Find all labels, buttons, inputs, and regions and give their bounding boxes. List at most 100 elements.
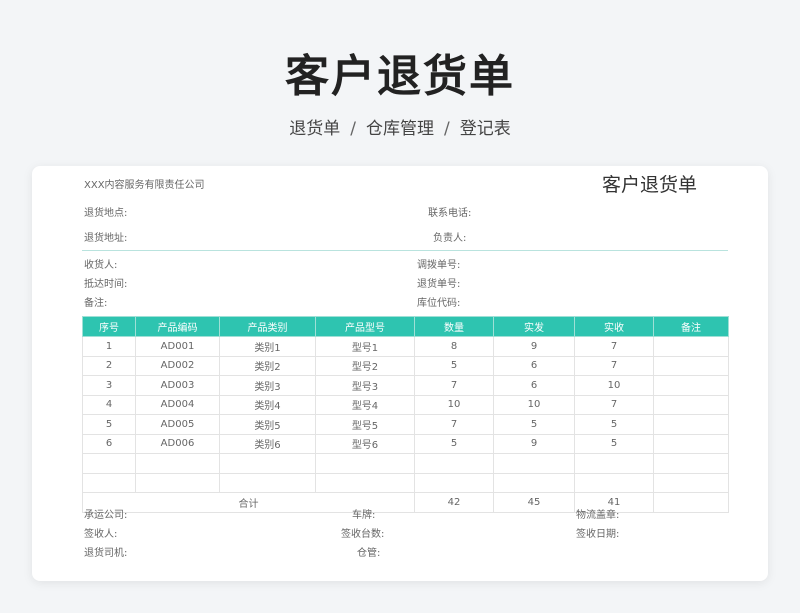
- cell-shipped[interactable]: 10: [493, 394, 575, 415]
- cell-shipped[interactable]: 9: [493, 336, 575, 357]
- remark-label: 备注:: [84, 298, 108, 309]
- cell-remark[interactable]: [653, 375, 729, 396]
- table-row-empty: [82, 472, 729, 493]
- cell-received[interactable]: 5: [574, 433, 654, 454]
- cell-qty[interactable]: 7: [414, 414, 494, 435]
- cell-received[interactable]: [574, 453, 654, 474]
- transfer-no-label: 调拨单号:: [417, 260, 461, 271]
- contact-phone-label: 联系电话:: [428, 208, 472, 219]
- cell-category[interactable]: [219, 472, 316, 493]
- table-row: 5 AD005 类别5 型号5 7 5 5: [82, 414, 729, 435]
- table-row-empty: [82, 453, 729, 474]
- table-row: 1 AD001 类别1 型号1 8 9 7: [82, 336, 729, 357]
- table-row: 4 AD004 类别4 型号4 10 10 7: [82, 394, 729, 415]
- return-form-card: XXX内容服务有限责任公司 客户退货单 退货地点: 联系电话: 退货地址: 负责…: [32, 166, 768, 581]
- cell-qty[interactable]: 5: [414, 433, 494, 454]
- receiver-label: 收货人:: [84, 260, 118, 271]
- cell-model[interactable]: [315, 453, 415, 474]
- cell-model[interactable]: 型号4: [315, 394, 415, 415]
- cell-shipped[interactable]: 9: [493, 433, 575, 454]
- cell-model[interactable]: 型号2: [315, 355, 415, 376]
- cell-remark[interactable]: [653, 336, 729, 357]
- divider: [82, 250, 728, 251]
- cell-index[interactable]: 4: [82, 394, 136, 415]
- carrier-label: 承运公司:: [84, 510, 128, 521]
- cell-shipped[interactable]: [493, 472, 575, 493]
- cell-index[interactable]: 1: [82, 336, 136, 357]
- total-shipped[interactable]: 45: [493, 492, 575, 513]
- cell-category[interactable]: 类别2: [219, 355, 316, 376]
- cell-qty[interactable]: 7: [414, 375, 494, 396]
- cell-code[interactable]: AD005: [135, 414, 220, 435]
- cell-code[interactable]: AD006: [135, 433, 220, 454]
- cell-index[interactable]: [82, 453, 136, 474]
- cell-qty[interactable]: 8: [414, 336, 494, 357]
- cell-code[interactable]: AD003: [135, 375, 220, 396]
- cell-qty[interactable]: 10: [414, 394, 494, 415]
- col-header-model: 产品型号: [315, 316, 415, 337]
- cell-model[interactable]: 型号6: [315, 433, 415, 454]
- cell-category[interactable]: 类别4: [219, 394, 316, 415]
- cell-model[interactable]: 型号1: [315, 336, 415, 357]
- table-row: 6 AD006 类别6 型号6 5 9 5: [82, 433, 729, 454]
- cell-remark[interactable]: [653, 472, 729, 493]
- cell-code[interactable]: [135, 453, 220, 474]
- cell-code[interactable]: AD002: [135, 355, 220, 376]
- breadcrumb-item-register[interactable]: 登记表: [460, 119, 511, 139]
- cell-category[interactable]: 类别1: [219, 336, 316, 357]
- total-remark[interactable]: [653, 492, 729, 513]
- cell-received[interactable]: 5: [574, 414, 654, 435]
- cell-index[interactable]: 6: [82, 433, 136, 454]
- table-row: 3 AD003 类别3 型号3 7 6 10: [82, 375, 729, 396]
- cell-remark[interactable]: [653, 355, 729, 376]
- cell-index[interactable]: 5: [82, 414, 136, 435]
- cell-code[interactable]: AD001: [135, 336, 220, 357]
- cell-remark[interactable]: [653, 394, 729, 415]
- arrival-time-label: 抵达时间:: [84, 279, 128, 290]
- cell-category[interactable]: 类别5: [219, 414, 316, 435]
- return-address-label: 退货地址:: [84, 233, 128, 244]
- cell-remark[interactable]: [653, 453, 729, 474]
- cell-shipped[interactable]: 5: [493, 414, 575, 435]
- logistics-seal-label: 物流盖章:: [576, 510, 620, 521]
- cell-model[interactable]: 型号3: [315, 375, 415, 396]
- return-place-label: 退货地点:: [84, 208, 128, 219]
- cell-category[interactable]: 类别3: [219, 375, 316, 396]
- total-qty[interactable]: 42: [414, 492, 494, 513]
- cell-received[interactable]: 7: [574, 336, 654, 357]
- col-header-index: 序号: [82, 316, 136, 337]
- cell-category[interactable]: [219, 453, 316, 474]
- warehouse-keeper-label: 仓管:: [357, 548, 381, 559]
- cell-remark[interactable]: [653, 433, 729, 454]
- cell-qty[interactable]: [414, 472, 494, 493]
- cell-remark[interactable]: [653, 414, 729, 435]
- table-total-row: 合计 42 45 41: [82, 492, 729, 513]
- cell-shipped[interactable]: [493, 453, 575, 474]
- cell-model[interactable]: 型号5: [315, 414, 415, 435]
- cell-code[interactable]: [135, 472, 220, 493]
- cell-index[interactable]: 3: [82, 375, 136, 396]
- document-title: 客户退货单: [602, 174, 698, 196]
- cell-shipped[interactable]: 6: [493, 355, 575, 376]
- cell-received[interactable]: 7: [574, 355, 654, 376]
- location-code-label: 库位代码:: [417, 298, 461, 309]
- breadcrumb: 退货单 / 仓库管理 / 登记表: [0, 114, 800, 139]
- table-header-row: 序号 产品编码 产品类别 产品型号 数量 实发 实收 备注: [82, 316, 729, 337]
- cell-index[interactable]: [82, 472, 136, 493]
- cell-code[interactable]: AD004: [135, 394, 220, 415]
- cell-model[interactable]: [315, 472, 415, 493]
- breadcrumb-item-return[interactable]: 退货单: [289, 119, 340, 139]
- col-header-remark: 备注: [653, 316, 729, 337]
- cell-qty[interactable]: [414, 453, 494, 474]
- cell-category[interactable]: 类别6: [219, 433, 316, 454]
- cell-index[interactable]: 2: [82, 355, 136, 376]
- cell-qty[interactable]: 5: [414, 355, 494, 376]
- cell-shipped[interactable]: 6: [493, 375, 575, 396]
- cell-received[interactable]: 10: [574, 375, 654, 396]
- breadcrumb-item-warehouse[interactable]: 仓库管理: [366, 119, 434, 139]
- cell-received[interactable]: 7: [574, 394, 654, 415]
- driver-label: 退货司机:: [84, 548, 128, 559]
- page-title: 客户退货单: [285, 51, 515, 102]
- cell-received[interactable]: [574, 472, 654, 493]
- return-items-table: 序号 产品编码 产品类别 产品型号 数量 实发 实收 备注 1 AD001 类别…: [82, 316, 729, 513]
